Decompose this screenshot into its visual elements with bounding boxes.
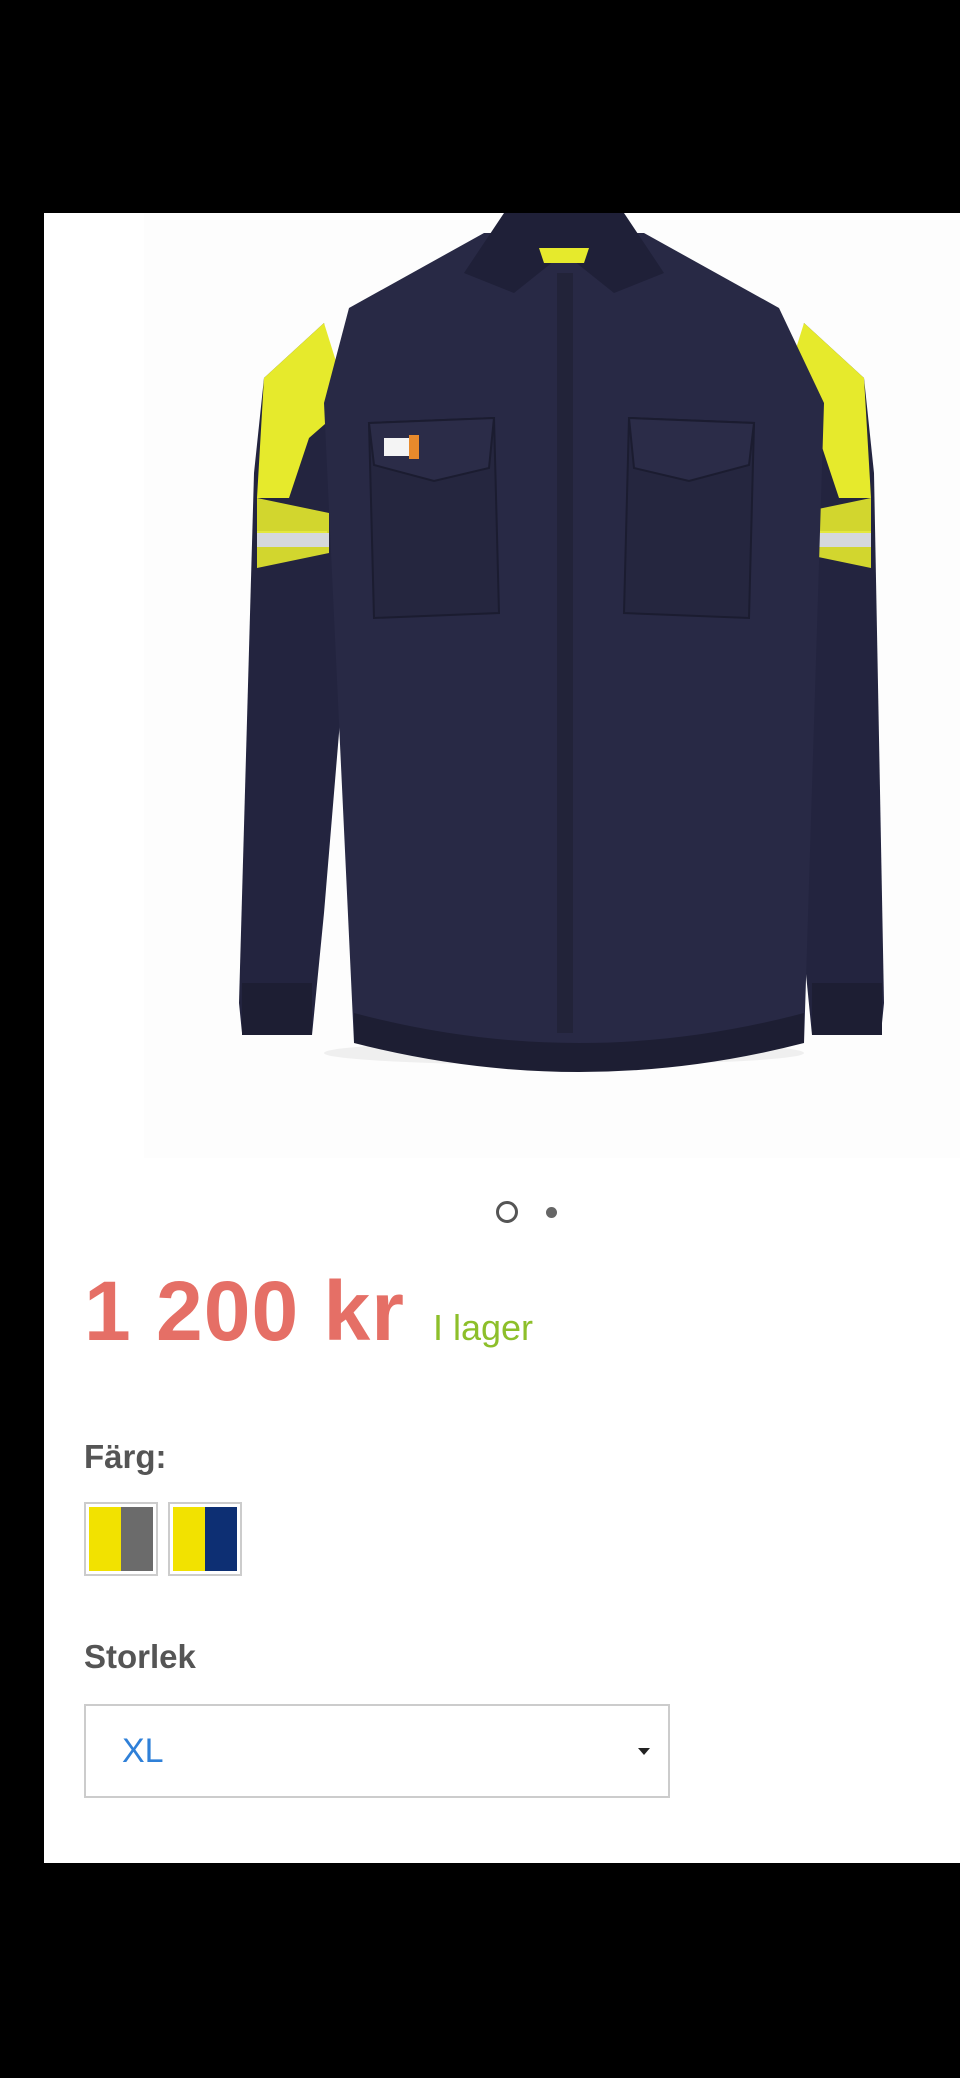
swatch-color-navy (205, 1507, 237, 1571)
carousel-dot[interactable] (545, 1206, 557, 1218)
product-price: 1 200 kr (84, 1264, 405, 1358)
shirt-illustration (239, 213, 884, 1072)
swatch-color-yellow (89, 1507, 121, 1571)
size-label: Storlek (84, 1638, 196, 1675)
color-swatch-yellow-navy[interactable] (168, 1502, 242, 1576)
carousel-dot-active[interactable] (495, 1201, 518, 1223)
product-page: 1 200 kr I lager Färg: Storlek XL (44, 213, 960, 1863)
color-swatches (84, 1502, 242, 1576)
color-label: Färg: (84, 1438, 167, 1475)
caret-down-icon (638, 1748, 650, 1755)
product-image[interactable] (144, 213, 960, 1158)
image-carousel-dots (44, 1197, 960, 1227)
color-swatch-yellow-grey[interactable] (84, 1502, 158, 1576)
swatch-color-yellow (173, 1507, 205, 1571)
price-row: 1 200 kr I lager (84, 1263, 533, 1360)
stock-status: I lager (432, 1307, 534, 1348)
swatch-color-grey (121, 1507, 153, 1571)
size-select-value: XL (122, 1731, 164, 1770)
size-select[interactable]: XL (84, 1704, 670, 1798)
